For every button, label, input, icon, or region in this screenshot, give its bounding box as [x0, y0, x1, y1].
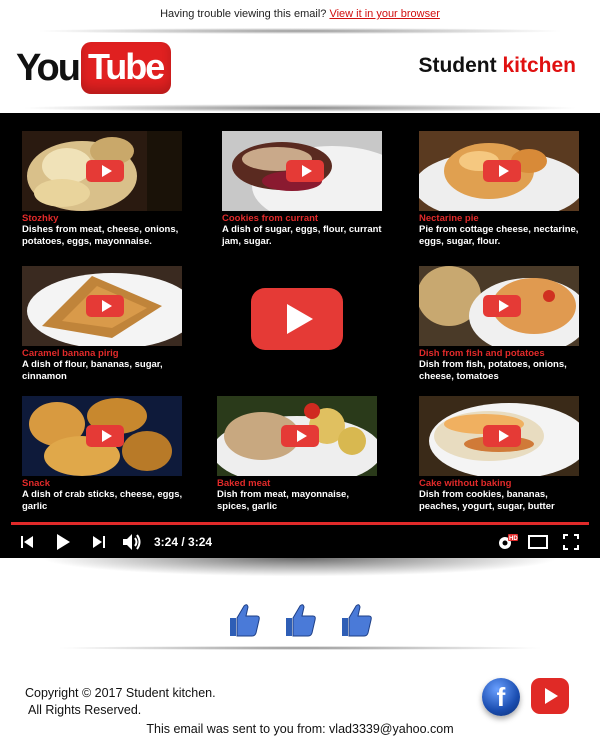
video-description: A dish of sugar, eggs, flour, currant ja… — [222, 224, 382, 247]
video-description: Dish from cookies, bananas, peaches, yog… — [419, 489, 555, 512]
next-icon[interactable] — [92, 526, 106, 558]
progress-bar[interactable] — [11, 522, 589, 525]
video-title[interactable]: Baked meat — [217, 478, 379, 489]
player-controls: 3:24 / 3:24 HD — [0, 526, 600, 558]
main-play-button[interactable] — [251, 288, 343, 350]
theater-mode-icon[interactable] — [528, 526, 548, 558]
video-card[interactable]: Nectarine pie Pie from cottage cheese, n… — [419, 131, 581, 248]
play-pause-icon[interactable] — [55, 526, 71, 558]
previous-icon[interactable] — [20, 526, 34, 558]
video-card[interactable]: Snack A dish of crab sticks, cheese, egg… — [22, 396, 184, 513]
settings-hd-icon[interactable]: HD — [496, 526, 518, 558]
play-icon[interactable] — [483, 425, 521, 447]
play-icon[interactable] — [86, 425, 124, 447]
play-icon[interactable] — [86, 160, 124, 182]
brand-title: Student kitchen — [418, 54, 576, 78]
video-description: Pie from cottage cheese, nectarine, eggs… — [419, 224, 579, 247]
like-row — [0, 602, 600, 638]
copyright-block: Copyright © 2017 Student kitchen. All Ri… — [25, 685, 216, 719]
play-icon[interactable] — [281, 425, 319, 447]
video-thumbnail[interactable] — [419, 131, 579, 211]
video-title[interactable]: Nectarine pie — [419, 213, 581, 224]
divider — [20, 104, 580, 112]
sent-from-text: This email was sent to you from: vlad333… — [146, 722, 454, 736]
video-card[interactable]: Dish from fish and potatoes Dish from fi… — [419, 266, 581, 383]
video-description: A dish of crab sticks, cheese, eggs, gar… — [22, 489, 183, 512]
video-title[interactable]: Cookies from currant — [222, 213, 384, 224]
play-icon[interactable] — [483, 295, 521, 317]
video-thumbnail[interactable] — [22, 131, 182, 211]
svg-text:HD: HD — [509, 536, 518, 542]
video-thumbnail[interactable] — [222, 131, 382, 211]
logo-tube-text: Tube — [80, 42, 172, 94]
video-description: A dish of flour, bananas, sugar, cinnamo… — [22, 359, 163, 382]
facebook-icon[interactable]: f — [482, 678, 520, 716]
fullscreen-icon[interactable] — [563, 526, 579, 558]
video-thumbnail[interactable] — [22, 266, 182, 346]
video-description: Dish from meat, mayonnaise, spices, garl… — [217, 489, 349, 512]
video-player: Stozhky Dishes from meat, cheese, onions… — [0, 113, 600, 558]
youtube-logo[interactable]: You Tube — [16, 42, 172, 94]
rights-line: All Rights Reserved. — [28, 703, 142, 717]
thumbs-up-icon[interactable] — [339, 602, 373, 638]
video-title[interactable]: Cake without baking — [419, 478, 581, 489]
video-card[interactable]: Caramel banana pirig A dish of flour, ba… — [22, 266, 184, 383]
brand-kitchen: kitchen — [502, 54, 576, 77]
top-notice-bar: Having trouble viewing this email? View … — [0, 0, 600, 28]
trouble-text: Having trouble viewing this email? — [160, 8, 327, 20]
thumbs-up-icon[interactable] — [227, 602, 261, 638]
video-card[interactable]: Cookies from currant A dish of sugar, eg… — [222, 131, 384, 248]
video-thumbnail[interactable] — [217, 396, 377, 476]
video-title[interactable]: Dish from fish and potatoes — [419, 348, 581, 359]
video-title[interactable]: Stozhky — [22, 213, 184, 224]
video-card[interactable]: Stozhky Dishes from meat, cheese, onions… — [22, 131, 184, 248]
video-card[interactable]: Cake without baking Dish from cookies, b… — [419, 396, 581, 513]
volume-icon[interactable] — [122, 526, 142, 558]
play-icon[interactable] — [483, 160, 521, 182]
logo-you-text: You — [16, 46, 81, 89]
video-card[interactable]: Baked meat Dish from meat, mayonnaise, s… — [217, 396, 379, 513]
play-icon[interactable] — [86, 295, 124, 317]
video-description: Dishes from meat, cheese, onions, potato… — [22, 224, 179, 247]
time-display: 3:24 / 3:24 — [154, 535, 213, 549]
video-thumbnail[interactable] — [22, 396, 182, 476]
divider — [60, 646, 540, 650]
copyright-line: Copyright © 2017 Student kitchen. — [25, 686, 216, 700]
brand-student: Student — [418, 54, 497, 77]
video-title[interactable]: Snack — [22, 478, 184, 489]
video-thumbnail[interactable] — [419, 396, 579, 476]
divider — [20, 558, 580, 578]
view-in-browser-link[interactable]: View it in your browser — [329, 8, 439, 20]
email-header: You Tube Student kitchen — [0, 34, 600, 106]
video-title[interactable]: Caramel banana pirig — [22, 348, 184, 359]
play-icon[interactable] — [286, 160, 324, 182]
video-thumbnail[interactable] — [419, 266, 579, 346]
youtube-icon[interactable] — [531, 678, 569, 714]
thumbs-up-icon[interactable] — [283, 602, 317, 638]
video-description: Dish from fish, potatoes, onions, cheese… — [419, 359, 567, 382]
